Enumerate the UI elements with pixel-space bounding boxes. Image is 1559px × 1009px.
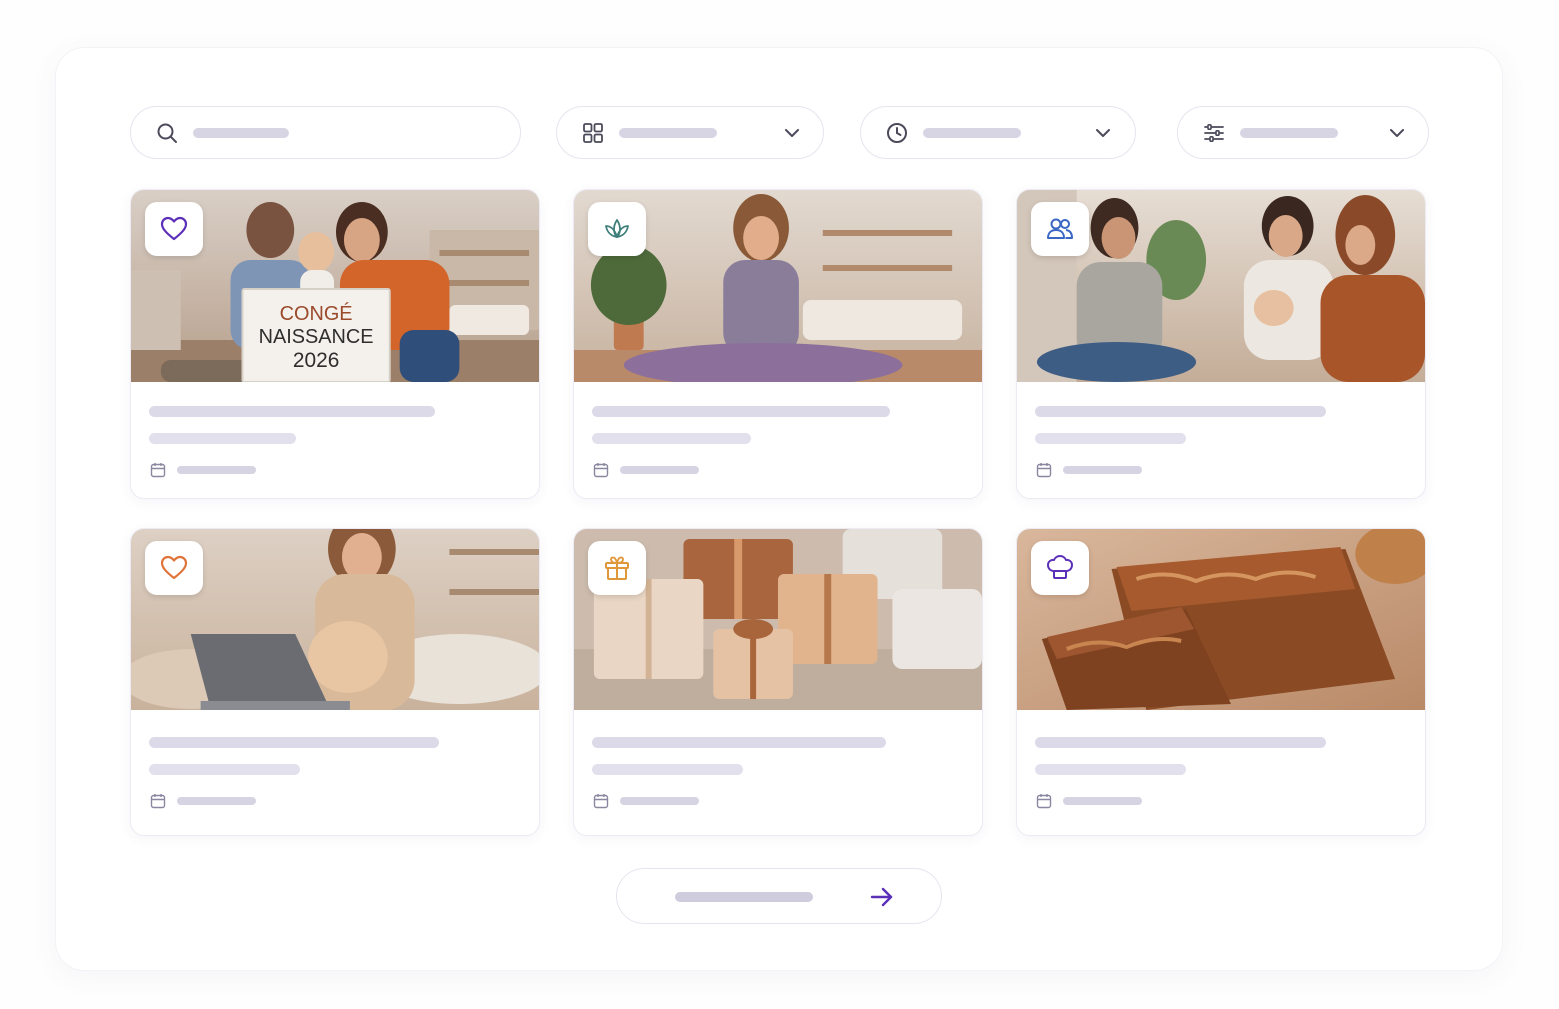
- search-placeholder: [193, 128, 289, 138]
- chevron-down-icon: [1390, 129, 1404, 137]
- card-subtitle-skeleton: [1035, 433, 1186, 444]
- load-more-label-skeleton: [675, 892, 813, 902]
- category-badge: [588, 541, 646, 595]
- chevron-down-icon: [785, 129, 799, 137]
- sign-line-1: CONGÉ: [280, 302, 353, 325]
- gift-icon: [605, 556, 629, 580]
- filters-dropdown[interactable]: [1177, 106, 1429, 159]
- card-date-skeleton: [620, 797, 699, 805]
- arrow-right-icon: [870, 887, 893, 907]
- calendar-icon: [150, 794, 166, 809]
- category-badge: [588, 202, 646, 256]
- card-subtitle-skeleton: [592, 764, 743, 775]
- card-title-skeleton: [592, 406, 890, 417]
- heart-icon: [160, 216, 188, 241]
- clock-icon: [887, 123, 907, 143]
- search-input[interactable]: [130, 106, 521, 159]
- category-badge: [145, 202, 203, 256]
- card-date-skeleton: [1063, 797, 1142, 805]
- chevron-down-icon: [1096, 129, 1110, 137]
- card-subtitle-skeleton: [592, 433, 751, 444]
- date-dropdown[interactable]: [860, 106, 1136, 159]
- card-image: [1017, 190, 1425, 382]
- card-subtitle-skeleton: [149, 433, 296, 444]
- sign-line-2: NAISSANCE: [259, 326, 374, 348]
- article-card[interactable]: CONGÉ NAISSANCE 2026: [130, 189, 540, 499]
- chef-hat-icon: [1047, 555, 1073, 579]
- card-image: [574, 529, 982, 710]
- card-date-skeleton: [177, 466, 256, 474]
- calendar-icon: [1036, 463, 1052, 478]
- article-card[interactable]: [573, 528, 983, 836]
- category-badge: [1031, 202, 1089, 256]
- article-card[interactable]: [130, 528, 540, 836]
- category-dropdown[interactable]: [556, 106, 824, 159]
- calendar-icon: [150, 463, 166, 478]
- card-title-skeleton: [1035, 406, 1326, 417]
- card-title-skeleton: [149, 406, 435, 417]
- search-icon: [157, 123, 177, 143]
- sliders-icon: [1204, 123, 1224, 143]
- card-date-skeleton: [1063, 466, 1142, 474]
- filters-value: [1240, 128, 1338, 138]
- card-title-skeleton: [149, 737, 439, 748]
- article-card[interactable]: [573, 189, 983, 499]
- card-subtitle-skeleton: [149, 764, 300, 775]
- lotus-icon: [605, 219, 629, 238]
- card-title-skeleton: [592, 737, 886, 748]
- calendar-icon: [593, 463, 609, 478]
- load-more-button[interactable]: [616, 868, 942, 924]
- grid-icon: [583, 123, 603, 143]
- sign-line-3: 2026: [293, 349, 339, 372]
- date-value: [923, 128, 1021, 138]
- category-badge: [145, 541, 203, 595]
- card-title-skeleton: [1035, 737, 1326, 748]
- category-badge: [1031, 541, 1089, 595]
- article-card[interactable]: [1016, 189, 1426, 499]
- card-image: [1017, 529, 1425, 710]
- category-value: [619, 128, 717, 138]
- article-card[interactable]: [1016, 528, 1426, 836]
- users-icon: [1047, 218, 1073, 239]
- calendar-icon: [1036, 794, 1052, 809]
- heart-icon: [160, 555, 188, 580]
- card-image: CONGÉ NAISSANCE 2026: [131, 190, 539, 382]
- card-date-skeleton: [177, 797, 256, 805]
- card-image: [131, 529, 539, 710]
- card-image: [574, 190, 982, 382]
- card-subtitle-skeleton: [1035, 764, 1186, 775]
- card-date-skeleton: [620, 466, 699, 474]
- calendar-icon: [593, 794, 609, 809]
